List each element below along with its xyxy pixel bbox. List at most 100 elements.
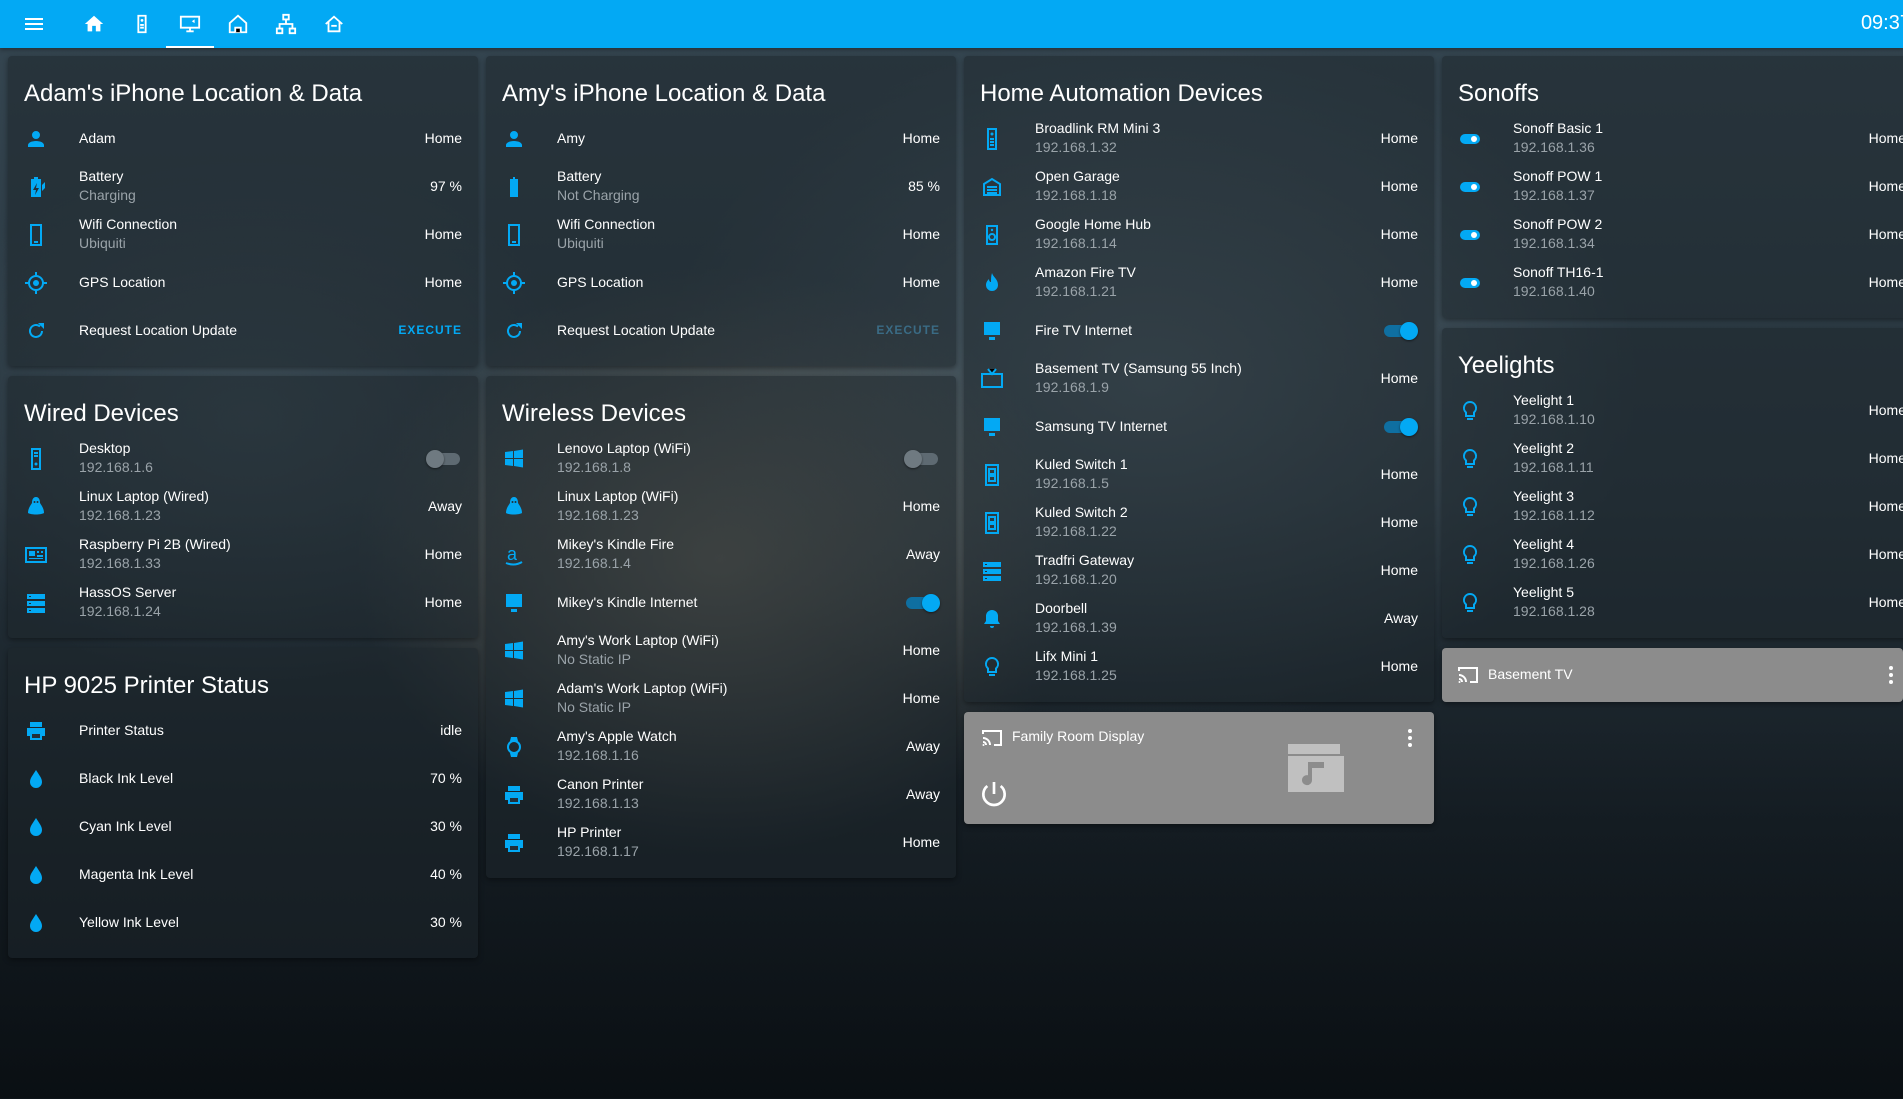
monitor-icon: [506, 594, 522, 612]
entity-row[interactable]: Mikey's Kindle Internet: [486, 579, 956, 627]
entity-state: Home: [1868, 226, 1903, 242]
entity-row[interactable]: Tradfri Gateway 192.168.1.20 Home: [964, 547, 1434, 595]
toggle-switch[interactable]: [904, 450, 940, 468]
entity-row[interactable]: GPS Location Home: [486, 259, 956, 307]
entity-row[interactable]: Kuled Switch 1 192.168.1.5 Home: [964, 451, 1434, 499]
entity-row[interactable]: Battery Not Charging 85 %: [486, 163, 956, 211]
entity-name: Adam's Work Laptop (WiFi): [557, 680, 728, 696]
toggle-switch[interactable]: [1382, 418, 1418, 436]
more-options-button[interactable]: [1879, 663, 1903, 692]
toggle-switch[interactable]: [426, 450, 462, 468]
entity-row[interactable]: Linux Laptop (Wired) 192.168.1.23 Away: [8, 483, 478, 531]
lightbulb-icon: [1462, 592, 1478, 612]
entity-name: Open Garage: [1035, 168, 1120, 184]
person-icon: [28, 131, 44, 147]
entity-row[interactable]: Google Home Hub 192.168.1.14 Home: [964, 211, 1434, 259]
entity-state: Home: [1868, 450, 1903, 466]
entity-state: Home: [902, 690, 940, 706]
cast-icon-wrap: [1456, 663, 1480, 692]
tab-house[interactable]: [214, 0, 262, 48]
entity-row[interactable]: Yeelight 2 192.168.1.11 Home: [1442, 435, 1903, 483]
entity-row[interactable]: GPS Location Home: [8, 259, 478, 307]
entity-state: Home: [902, 130, 940, 146]
more-options-button[interactable]: [1398, 726, 1422, 755]
entity-row[interactable]: Battery Charging 97 %: [8, 163, 478, 211]
entity-row[interactable]: Samsung TV Internet: [964, 403, 1434, 451]
entity-row[interactable]: Adam Home: [8, 115, 478, 163]
entity-secondary: 192.168.1.24: [79, 603, 161, 619]
linux-icon: [28, 497, 44, 515]
power-button[interactable]: [978, 778, 1010, 815]
desktop-tower-icon: [31, 448, 41, 470]
entity-row[interactable]: Kuled Switch 2 192.168.1.22 Home: [964, 499, 1434, 547]
entity-secondary: No Static IP: [557, 651, 631, 667]
execute-button[interactable]: EXECUTE: [398, 323, 462, 337]
entity-row[interactable]: Sonoff POW 1 192.168.1.37 Home: [1442, 163, 1903, 211]
entity-state: 85 %: [908, 178, 940, 194]
entity-row[interactable]: Amy's Work Laptop (WiFi) No Static IP Home: [486, 627, 956, 675]
entity-row[interactable]: Cyan Ink Level 30 %: [8, 803, 478, 851]
entity-row[interactable]: Broadlink RM Mini 3 192.168.1.32 Home: [964, 115, 1434, 163]
entity-name: Linux Laptop (WiFi): [557, 488, 679, 504]
entity-row[interactable]: Yellow Ink Level 30 %: [8, 899, 478, 947]
entity-name: Sonoff POW 1: [1513, 168, 1603, 184]
toggle-switch-icon: [1460, 230, 1480, 240]
tab-network[interactable]: [166, 0, 214, 48]
tab-house-alt[interactable]: [310, 0, 358, 48]
toggle-switch-icon: [1460, 278, 1480, 288]
entity-row[interactable]: HassOS Server 192.168.1.24 Home: [8, 579, 478, 627]
house-alt-icon: [325, 15, 343, 33]
menu-button[interactable]: [14, 0, 54, 48]
entity-name: Amy's Work Laptop (WiFi): [557, 632, 719, 648]
basement-tv-media-card: Basement TV: [1442, 648, 1903, 702]
tab-remote[interactable]: [118, 0, 166, 48]
entity-row[interactable]: Yeelight 4 192.168.1.26 Home: [1442, 531, 1903, 579]
entity-row[interactable]: Adam's Work Laptop (WiFi) No Static IP Hom…: [486, 675, 956, 723]
entity-row[interactable]: Open Garage 192.168.1.18 Home: [964, 163, 1434, 211]
entity-state: Away: [906, 738, 940, 754]
entity-row[interactable]: Request Location Update EXECUTE: [486, 307, 956, 355]
tab-lan[interactable]: [262, 0, 310, 48]
lightbulb-icon: [1458, 495, 1482, 519]
entity-row[interactable]: Amy's Apple Watch 192.168.1.16 Away: [486, 723, 956, 771]
entity-row[interactable]: Fire TV Internet: [964, 307, 1434, 355]
entity-row[interactable]: Sonoff Basic 1 192.168.1.36 Home: [1442, 115, 1903, 163]
entity-row[interactable]: Yeelight 5 192.168.1.28 Home: [1442, 579, 1903, 627]
entity-row[interactable]: Printer Status idle: [8, 707, 478, 755]
entity-state: Home: [424, 226, 462, 242]
toggle-switch[interactable]: [904, 594, 940, 612]
entity-row[interactable]: Yeelight 1 192.168.1.10 Home: [1442, 387, 1903, 435]
entity-row[interactable]: Black Ink Level 70 %: [8, 755, 478, 803]
entity-row[interactable]: Basement TV (Samsung 55 Inch) 192.168.1.9…: [964, 355, 1434, 403]
entity-row[interactable]: Desktop 192.168.1.6: [8, 435, 478, 483]
battery-charging-icon: [31, 177, 45, 197]
entity-row[interactable]: Lifx Mini 1 192.168.1.25 Home: [964, 643, 1434, 691]
execute-button[interactable]: EXECUTE: [876, 323, 940, 337]
entity-row[interactable]: Yeelight 3 192.168.1.12 Home: [1442, 483, 1903, 531]
entity-state: Home: [1380, 178, 1418, 194]
entity-row[interactable]: Wifi Connection Ubiquiti Home: [8, 211, 478, 259]
entity-row[interactable]: Sonoff POW 2 192.168.1.34 Home: [1442, 211, 1903, 259]
tab-home[interactable]: [70, 0, 118, 48]
entity-row[interactable]: Wifi Connection Ubiquiti Home: [486, 211, 956, 259]
entity-row[interactable]: Lenovo Laptop (WiFi) 192.168.1.8: [486, 435, 956, 483]
entity-row[interactable]: Raspberry Pi 2B (Wired) 192.168.1.33 Home: [8, 531, 478, 579]
entity-secondary: 192.168.1.12: [1513, 507, 1595, 523]
entity-row[interactable]: Linux Laptop (WiFi) 192.168.1.23 Home: [486, 483, 956, 531]
entity-row[interactable]: Sonoff TH16-1 192.168.1.40 Home: [1442, 259, 1903, 307]
entity-row[interactable]: HP Printer 192.168.1.17 Home: [486, 819, 956, 867]
entity-state: Away: [906, 786, 940, 802]
entity-secondary: 192.168.1.23: [79, 507, 161, 523]
entity-row[interactable]: Amazon Fire TV 192.168.1.21 Home: [964, 259, 1434, 307]
cellphone-icon: [30, 224, 42, 246]
more-vertical-icon: [1408, 729, 1412, 747]
toggle-switch[interactable]: [1382, 322, 1418, 340]
entity-row[interactable]: Request Location Update EXECUTE: [8, 307, 478, 355]
entity-row[interactable]: Magenta Ink Level 40 %: [8, 851, 478, 899]
entity-row[interactable]: Canon Printer 192.168.1.13 Away: [486, 771, 956, 819]
entity-row[interactable]: Amy Home: [486, 115, 956, 163]
amazon-icon: a: [505, 544, 523, 566]
entity-row[interactable]: a Mikey's Kindle Fire 192.168.1.4 Away: [486, 531, 956, 579]
entity-name: Request Location Update: [557, 322, 715, 338]
entity-row[interactable]: Doorbell 192.168.1.39 Away: [964, 595, 1434, 643]
